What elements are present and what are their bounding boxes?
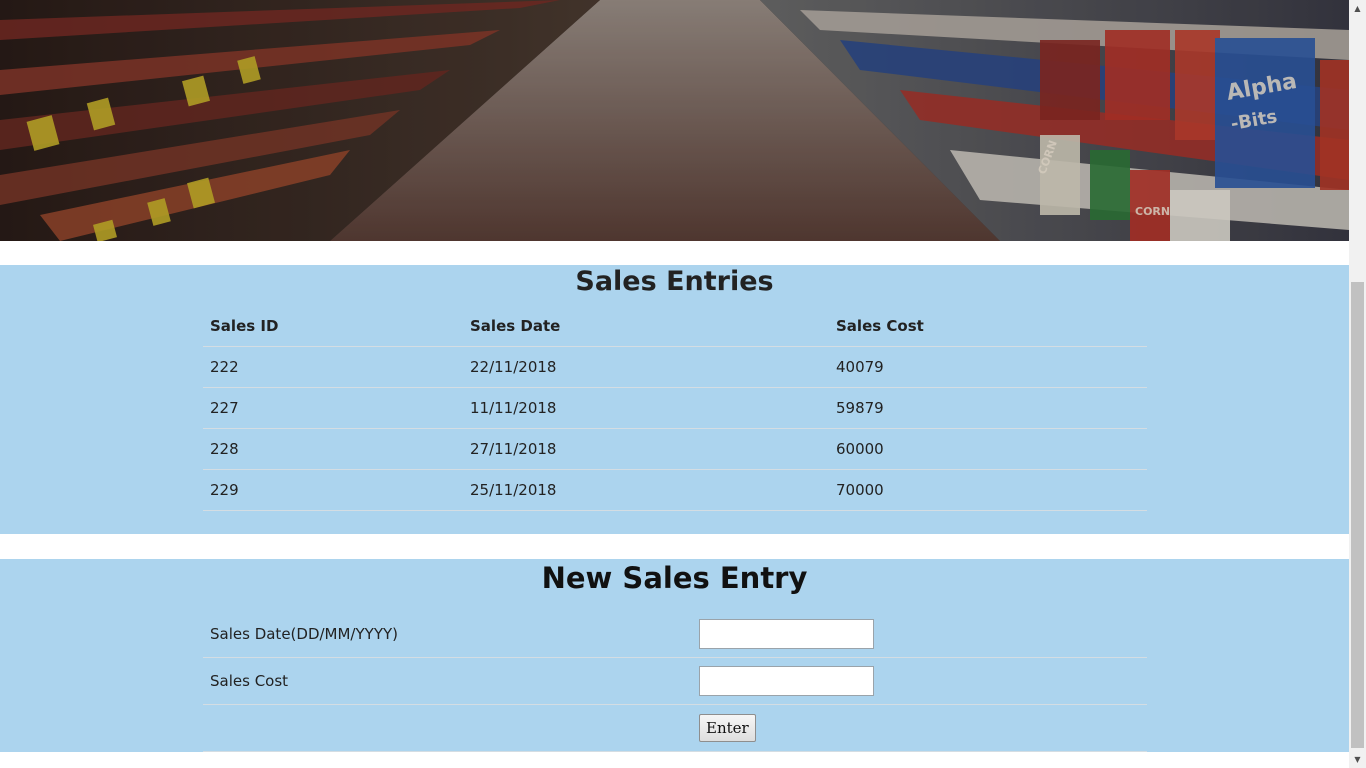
sales-cost-label: Sales Cost <box>203 657 692 705</box>
grocery-aisle-illustration: Alpha -Bits CORN CORN <box>0 0 1349 241</box>
cell-sales-id: 229 <box>203 469 463 511</box>
sales-entries-section: Sales Entries Sales ID Sales Date Sales … <box>0 265 1349 534</box>
sales-date-label: Sales Date(DD/MM/YYYY) <box>203 611 692 658</box>
column-header-sales-id: Sales ID <box>203 306 463 347</box>
cell-sales-id: 227 <box>203 387 463 429</box>
new-sales-entry-form: Sales Date(DD/MM/YYYY) Sales Cost Enter <box>203 611 1147 752</box>
sales-entries-title: Sales Entries <box>575 266 774 297</box>
down-arrow-icon[interactable]: ▼ <box>1349 751 1366 768</box>
cell-sales-date: 22/11/2018 <box>463 346 829 388</box>
table-row: 227 11/11/2018 59879 <box>203 387 1147 429</box>
vertical-scrollbar[interactable]: ▲ ▼ <box>1349 0 1366 768</box>
sales-entries-table: Sales ID Sales Date Sales Cost 222 22/11… <box>203 306 1147 511</box>
table-row: 222 22/11/2018 40079 <box>203 346 1147 388</box>
cell-sales-date: 25/11/2018 <box>463 469 829 511</box>
new-sales-entry-section: New Sales Entry Sales Date(DD/MM/YYYY) S… <box>0 559 1349 752</box>
scrollbar-thumb[interactable] <box>1351 282 1364 748</box>
form-row-sales-date: Sales Date(DD/MM/YYYY) <box>203 611 1147 658</box>
form-row-submit: Enter <box>203 704 1147 752</box>
table-row: 228 27/11/2018 60000 <box>203 428 1147 470</box>
cell-sales-cost: 40079 <box>829 346 1147 388</box>
up-arrow-icon[interactable]: ▲ <box>1349 0 1366 17</box>
page: Alpha -Bits CORN CORN Sales Entries Sale… <box>0 0 1349 768</box>
cell-sales-cost: 60000 <box>829 428 1147 470</box>
cell-sales-date: 27/11/2018 <box>463 428 829 470</box>
sales-cost-input[interactable] <box>699 666 874 696</box>
table-row: 229 25/11/2018 70000 <box>203 469 1147 511</box>
new-sales-entry-title: New Sales Entry <box>541 561 808 595</box>
cell-sales-id: 228 <box>203 428 463 470</box>
cell-sales-id: 222 <box>203 346 463 388</box>
enter-button[interactable]: Enter <box>699 714 756 742</box>
cell-sales-cost: 59879 <box>829 387 1147 429</box>
cell-sales-cost: 70000 <box>829 469 1147 511</box>
table-header-row: Sales ID Sales Date Sales Cost <box>203 306 1147 347</box>
column-header-sales-cost: Sales Cost <box>829 306 1147 347</box>
hero-image-grocery-aisle: Alpha -Bits CORN CORN <box>0 0 1349 241</box>
cell-sales-date: 11/11/2018 <box>463 387 829 429</box>
column-header-sales-date: Sales Date <box>463 306 829 347</box>
sales-date-input[interactable] <box>699 619 874 649</box>
form-row-sales-cost: Sales Cost <box>203 657 1147 705</box>
